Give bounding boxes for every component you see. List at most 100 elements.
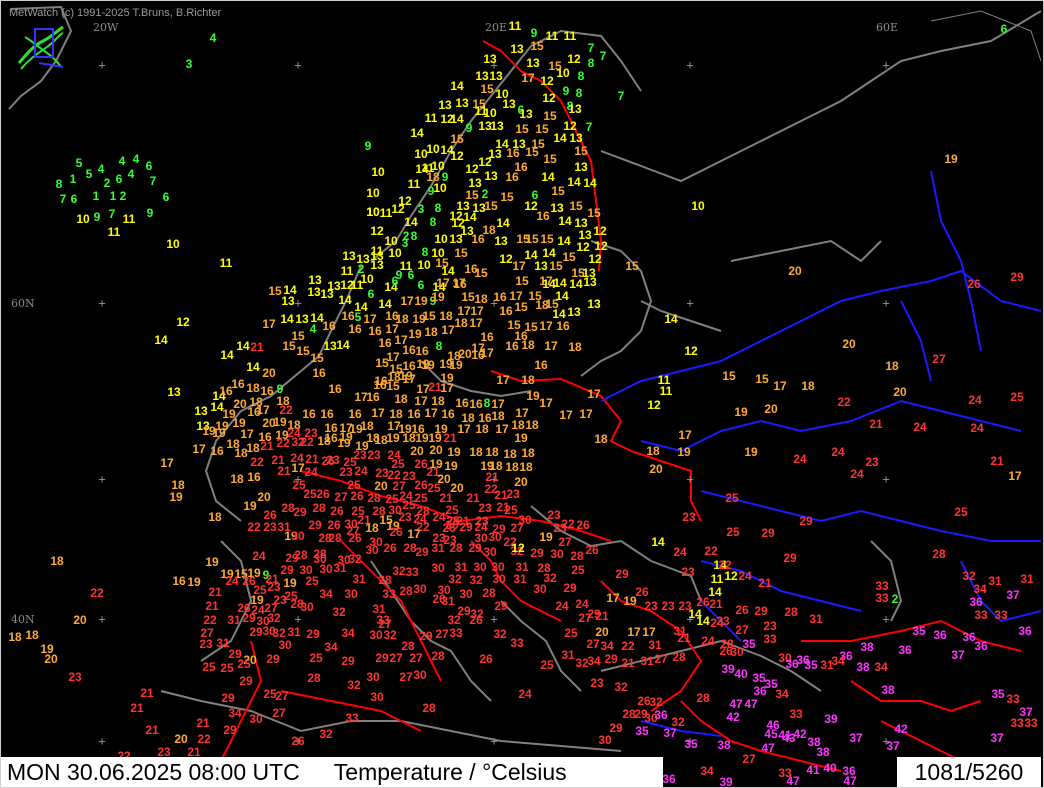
station-temperature: 26 (635, 585, 649, 599)
station-temperature: 23 (478, 501, 492, 515)
station-temperature: 47 (744, 697, 758, 711)
station-temperature: 20 (429, 443, 443, 457)
station-temperature: 17 (192, 442, 206, 456)
station-temperature: 18 (402, 431, 416, 445)
station-temperature: 25 (564, 626, 578, 640)
station-temperature: 30 (365, 543, 379, 557)
station-temperature: 34 (587, 654, 601, 668)
station-temperature: 10 (483, 106, 497, 120)
graticule-plus: + (882, 471, 890, 487)
station-temperature: 30 (483, 545, 497, 559)
station-temperature: 16 (312, 366, 326, 380)
station-temperature: 2 (103, 176, 111, 190)
station-temperature: 18 (801, 379, 815, 393)
station-temperature: 16 (506, 146, 520, 160)
station-temperature: 16 (455, 396, 469, 410)
graticule-plus: + (686, 471, 694, 487)
station-temperature: 33 (345, 711, 359, 725)
station-temperature: 20 (73, 613, 87, 627)
station-temperature: 16 (322, 319, 336, 333)
station-temperature: 14 (404, 215, 418, 229)
station-temperature: 26 (735, 603, 749, 617)
station-temperature: 35 (991, 687, 1005, 701)
station-temperature: 26 (330, 504, 344, 518)
station-temperature: 19 (337, 436, 351, 450)
station-temperature: 29 (419, 629, 433, 643)
station-temperature: 25 (220, 661, 234, 675)
station-temperature: 15 (535, 122, 549, 136)
station-temperature: 15 (540, 232, 554, 246)
station-temperature: 9 (93, 210, 101, 224)
station-temperature: 13 (281, 294, 295, 308)
station-temperature: 14 (553, 131, 567, 145)
station-temperature: 17 (457, 422, 471, 436)
station-temperature: 38 (717, 738, 731, 752)
station-temperature: 31 (561, 648, 575, 662)
station-temperature: 9 (364, 139, 372, 153)
station-temperature: 21 (277, 464, 291, 478)
station-temperature: 32 (347, 678, 361, 692)
station-temperature: 29 (293, 505, 307, 519)
station-temperature: 32 (392, 564, 406, 578)
station-temperature: 37 (990, 731, 1004, 745)
station-temperature: 18 (521, 446, 535, 460)
station-temperature: 4 (118, 154, 126, 168)
station-temperature: 23 (865, 455, 879, 469)
station-temperature: 16 (341, 309, 355, 323)
station-temperature: 25 (202, 660, 216, 674)
status-bar: MON 30.06.2025 08:00 UTC Temperature / °C… (1, 757, 663, 787)
station-temperature: 22 (247, 520, 261, 534)
station-temperature: 22 (250, 455, 264, 469)
station-temperature: 22 (276, 436, 290, 450)
station-temperature: 31 (352, 572, 366, 586)
station-temperature: 16 (415, 344, 429, 358)
station-temperature: 27 (435, 627, 449, 641)
station-temperature: 18 (439, 309, 453, 323)
station-temperature: 21 (205, 599, 219, 613)
station-temperature: 30 (550, 547, 564, 561)
station-temperature: 15 (454, 246, 468, 260)
station-temperature: 30 (488, 530, 502, 544)
station-temperature: 17 (539, 396, 553, 410)
station-temperature: 7 (149, 174, 157, 188)
station-temperature: 17 (441, 323, 455, 337)
station-temperature: 19 (273, 415, 287, 429)
station-temperature: 13 (323, 339, 337, 353)
station-temperature: 19 (212, 426, 226, 440)
station-temperature: 26 (479, 652, 493, 666)
station-temperature: 29 (634, 707, 648, 721)
station-temperature: 26 (350, 489, 364, 503)
station-temperature: 38 (856, 660, 870, 674)
station-temperature: 29 (415, 545, 429, 559)
station-temperature: 17 (256, 403, 270, 417)
station-temperature: 17 (1008, 469, 1022, 483)
station-temperature: 24 (831, 445, 845, 459)
station-temperature: 18 (8, 630, 22, 644)
station-temperature: 11 (508, 19, 522, 33)
station-temperature: 19 (431, 290, 445, 304)
station-temperature: 27 (409, 651, 423, 665)
station-temperature: 14 (410, 126, 424, 140)
station-temperature: 28 (307, 671, 321, 685)
station-temperature: 31 (227, 613, 241, 627)
copyright-credit: MetWatch (c) 1991-2025 T.Bruns, B.Richte… (9, 7, 222, 19)
station-temperature: 1 (109, 189, 117, 203)
parameter-label: Temperature / °Celsius (333, 759, 567, 785)
station-temperature: 23 (367, 448, 381, 462)
station-temperature: 21 (260, 439, 274, 453)
station-temperature: 18 (491, 409, 505, 423)
station-temperature: 34 (700, 764, 714, 778)
station-temperature: 17 (400, 294, 414, 308)
station-temperature: 20 (410, 444, 424, 458)
station-temperature: 25 (237, 657, 251, 671)
station-temperature: 18 (519, 460, 533, 474)
station-temperature: 31 (441, 594, 455, 608)
station-temperature: 30 (459, 587, 473, 601)
station-temperature: 20 (174, 732, 188, 746)
station-temperature: 13 (510, 42, 524, 56)
graticule-plus: + (98, 471, 106, 487)
station-temperature: 30 (369, 628, 383, 642)
station-temperature: 32 (267, 611, 281, 625)
station-temperature: 14 (496, 216, 510, 230)
station-temperature: 14 (154, 333, 168, 347)
